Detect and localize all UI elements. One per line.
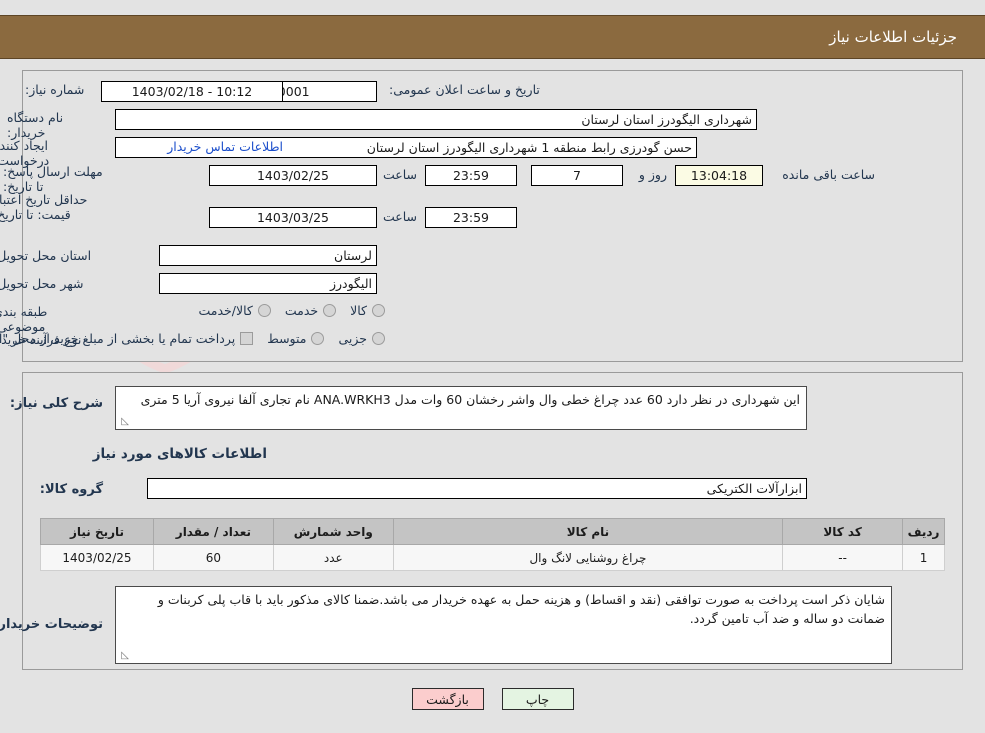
radio-khedmat[interactable] <box>323 304 337 317</box>
goods-section-title: اطلاعات کالاهای مورد نیاز <box>92 446 267 462</box>
general-desc-textarea[interactable]: این شهرداری در نظر دارد 60 عدد چراغ خطی … <box>115 386 807 430</box>
resize-grip-icon[interactable]: ◺ <box>119 417 129 427</box>
page-header: جزئیات اطلاعات نیاز <box>0 15 985 59</box>
radio-kala-khedmat[interactable] <box>257 304 271 317</box>
need-number-label: شماره نیاز: <box>25 82 85 97</box>
public-announce-value: 1403/02/18 - 10:12 <box>101 81 283 102</box>
delivery-province-value: لرستان <box>159 245 377 266</box>
treasury-docs-checkbox[interactable] <box>240 332 254 345</box>
remaining-label: ساعت باقی مانده <box>782 167 875 182</box>
col-qty: تعداد / مقدار <box>152 518 274 545</box>
cell-qty: 60 <box>152 544 274 571</box>
price-validity-time: 23:59 <box>425 207 517 228</box>
radio-kala[interactable] <box>372 304 385 317</box>
cell-date: 1403/02/25 <box>40 544 154 571</box>
radio-khedmat-label: خدمت <box>284 303 319 318</box>
radio-motevaset[interactable] <box>311 332 325 345</box>
treasury-docs-label: پرداخت تمام یا بخشی از مبلغ خرید،از محل … <box>0 331 236 346</box>
goods-group-label: گروه کالا: <box>39 482 103 497</box>
col-code: کد کالا <box>782 518 904 545</box>
goods-group-value: ابزارآلات الکتریکی <box>147 478 807 499</box>
response-deadline-label: مهلت ارسال پاسخ: تا تاریخ: <box>3 164 103 194</box>
response-deadline-time-label: ساعت <box>382 167 417 182</box>
radio-kala-khedmat-label: کالا/خدمت <box>198 303 253 318</box>
response-deadline-date: 1403/02/25 <box>209 165 377 186</box>
remaining-days-label: روز و <box>638 167 667 182</box>
price-validity-date: 1403/03/25 <box>209 207 377 228</box>
col-radif: ردیف <box>902 518 945 545</box>
remaining-days-value: 7 <box>531 165 623 186</box>
buyer-org-value: شهرداری الیگودرز استان لرستان <box>115 109 757 130</box>
delivery-province-label: استان محل تحویل: <box>0 248 92 263</box>
buyer-notes-label: توضیحات خریدار: <box>0 617 103 632</box>
buyer-contact-link[interactable]: اطلاعات تماس خریدار <box>120 139 283 154</box>
general-desc-label: شرح کلی نیاز: <box>9 396 103 411</box>
cell-code: -- <box>782 544 904 571</box>
cell-name: چراغ روشنایی لانگ وال <box>392 544 784 571</box>
delivery-city-value: الیگودرز <box>159 273 377 294</box>
resize-grip-icon-notes[interactable]: ◺ <box>119 651 129 661</box>
buyer-org-label: نام دستگاه خریدار: <box>7 110 64 140</box>
delivery-city-label: شهر محل تحویل: <box>0 276 84 291</box>
goods-table: ردیف کد کالا نام کالا واحد شمارش تعداد /… <box>40 518 945 571</box>
radio-jozi[interactable] <box>372 332 385 345</box>
cell-radif: 1 <box>902 544 945 571</box>
radio-motevaset-label: متوسط <box>267 331 307 346</box>
print-button[interactable]: چاپ <box>501 688 574 710</box>
response-deadline-time: 23:59 <box>425 165 517 186</box>
action-buttons: بازگشت چاپ <box>0 688 985 710</box>
col-unit: واحد شمارش <box>272 518 394 545</box>
page-title: جزئیات اطلاعات نیاز <box>829 28 957 46</box>
col-date: تاریخ نیاز <box>40 518 154 545</box>
buyer-notes-value: شایان ذکر است پرداخت به صورت توافقی (نقد… <box>157 592 885 626</box>
buyer-notes-textarea[interactable]: شایان ذکر است پرداخت به صورت توافقی (نقد… <box>115 586 892 664</box>
public-announce-label: تاریخ و ساعت اعلان عمومی: <box>389 82 540 97</box>
price-validity-time-label: ساعت <box>382 209 417 224</box>
cell-unit: عدد <box>272 544 394 571</box>
radio-kala-label: کالا <box>350 303 367 318</box>
price-validity-label: حداقل تاریخ اعتبار قیمت: تا تاریخ: <box>0 192 88 222</box>
subject-category-label: طبقه بندی موضوعی: <box>0 304 48 334</box>
table-header-row: ردیف کد کالا نام کالا واحد شمارش تعداد /… <box>40 518 945 545</box>
col-name: نام کالا <box>392 518 784 545</box>
back-button[interactable]: بازگشت <box>411 688 484 710</box>
table-row: 1 -- چراغ روشنایی لانگ وال عدد 60 1403/0… <box>40 544 945 571</box>
subject-category-options: کالا خدمت کالا/خدمت <box>184 303 385 318</box>
radio-jozi-label: جزیی <box>338 331 367 346</box>
purchase-process-options: جزیی متوسط پرداخت تمام یا بخشی از مبلغ خ… <box>0 331 385 346</box>
remaining-clock-value: 13:04:18 <box>675 165 763 186</box>
general-desc-value: این شهرداری در نظر دارد 60 عدد چراغ خطی … <box>140 392 800 407</box>
